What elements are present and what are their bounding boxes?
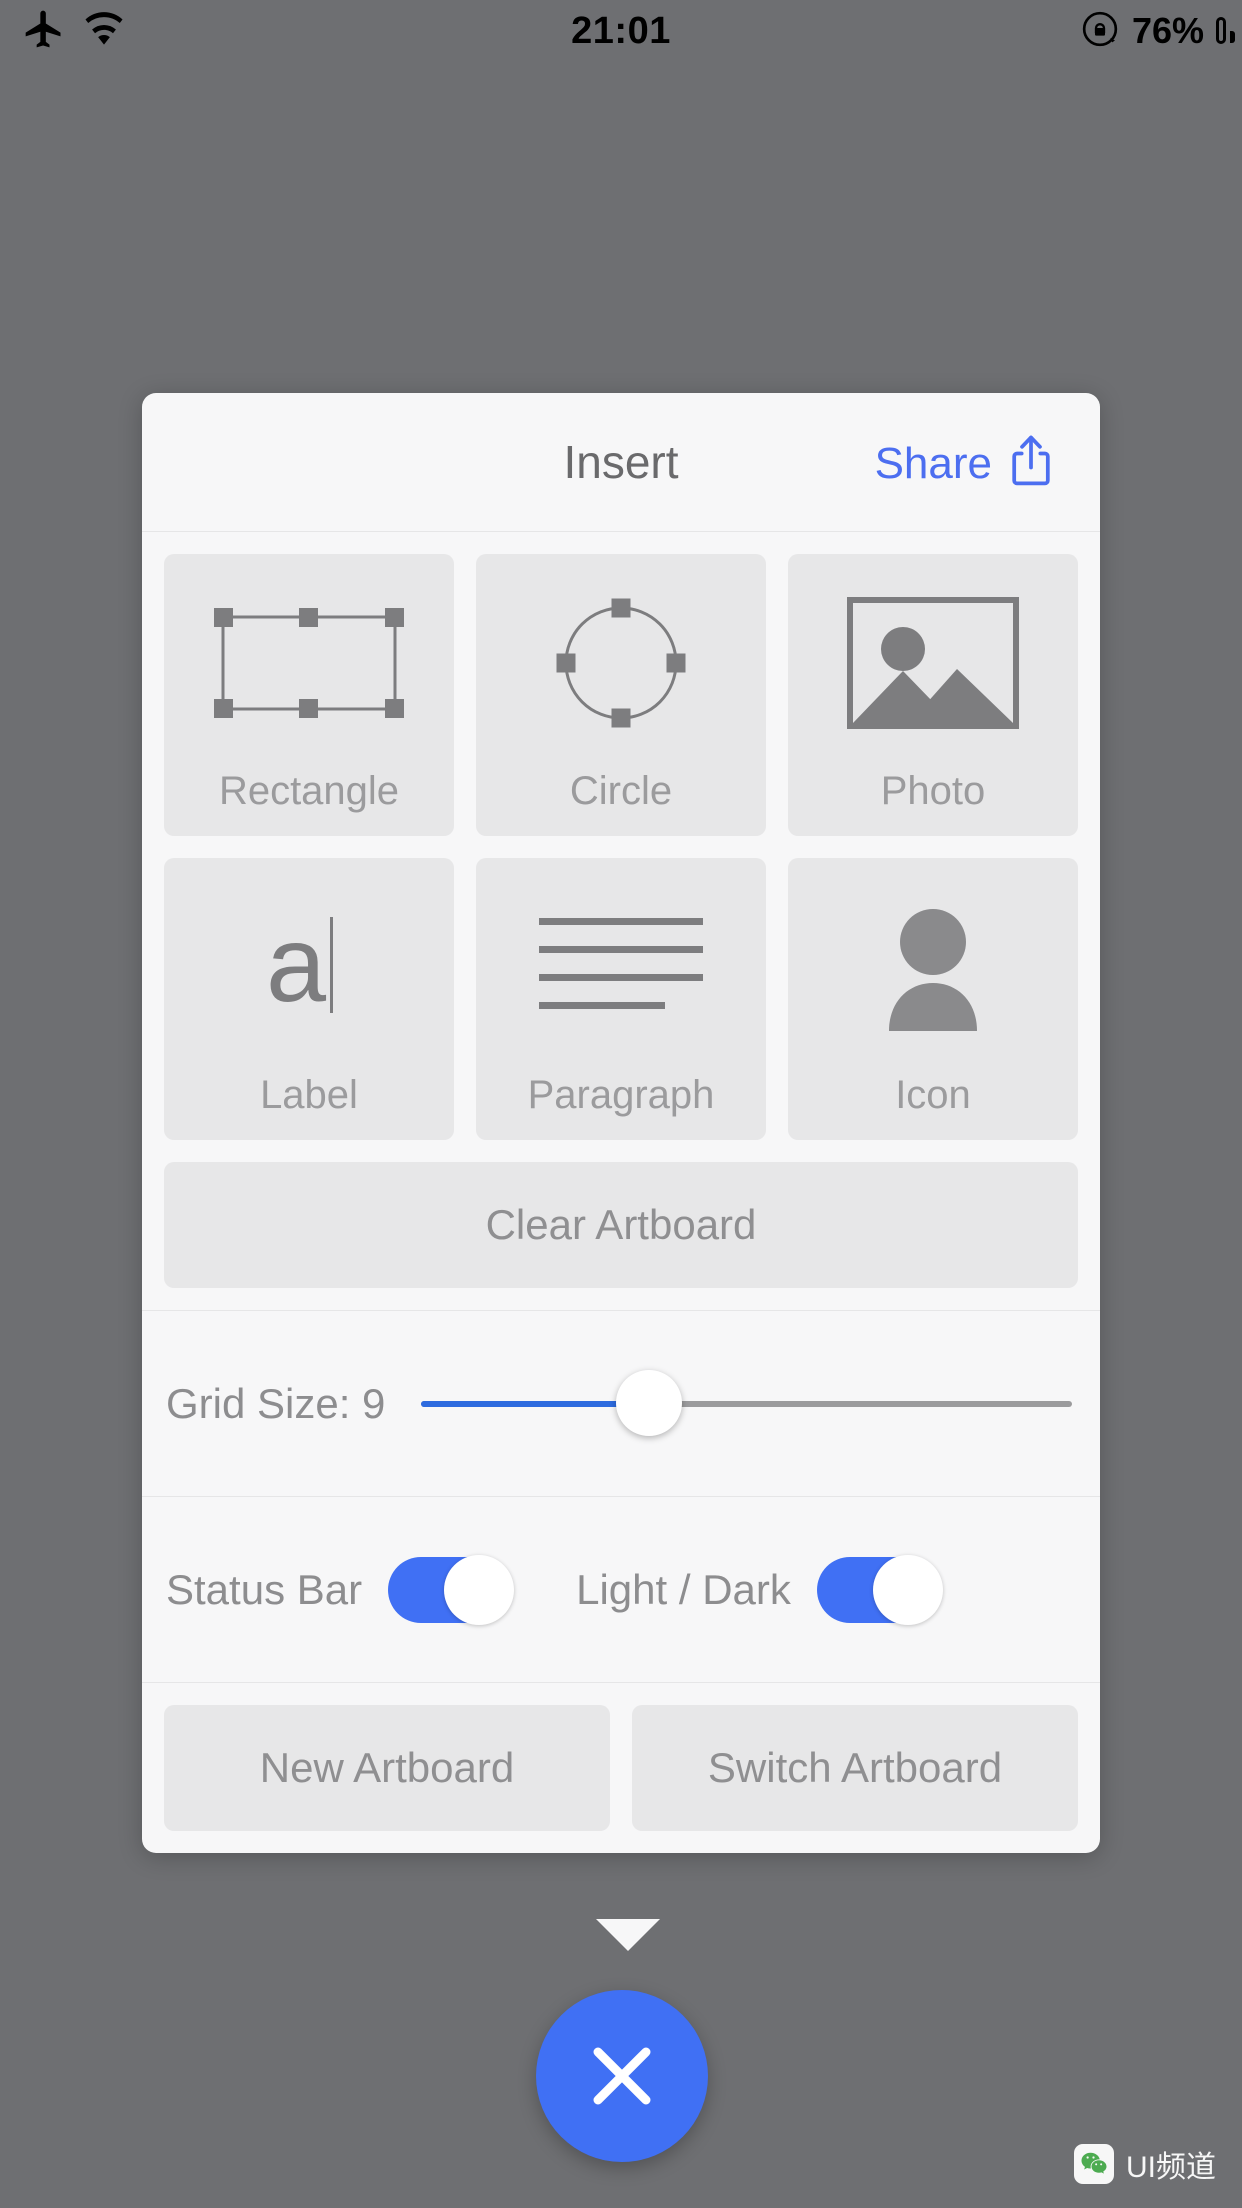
panel-header: Insert Share	[142, 393, 1100, 532]
tile-label: Label	[260, 1073, 358, 1117]
photo-image-icon	[788, 588, 1078, 738]
new-artboard-button[interactable]: New Artboard	[164, 1705, 610, 1831]
close-fab-button[interactable]	[536, 1990, 708, 2162]
grid-size-section: Grid Size: 9	[142, 1310, 1100, 1496]
tile-circle[interactable]: Circle	[476, 554, 766, 836]
light-dark-toggle[interactable]	[816, 1554, 943, 1625]
tile-paragraph[interactable]: Paragraph	[476, 858, 766, 1140]
rectangle-shape-icon	[164, 588, 454, 738]
close-x-icon	[593, 2047, 651, 2105]
status-bar-toggle-group: Status Bar	[166, 1554, 515, 1625]
insert-popover-panel: Insert Share Rectangle Circle Photo a La…	[142, 393, 1100, 1853]
share-button[interactable]: Share	[875, 433, 1056, 494]
slider-knob[interactable]	[616, 1369, 683, 1436]
tile-icon[interactable]: Icon	[788, 858, 1078, 1140]
rotation-lock-icon	[1080, 9, 1120, 54]
toggles-section: Status Bar Light / Dark	[142, 1496, 1100, 1682]
battery-percent-label: 76%	[1131, 10, 1204, 51]
tile-photo[interactable]: Photo	[788, 554, 1078, 836]
light-dark-toggle-group: Light / Dark	[576, 1554, 943, 1625]
insert-tiles-row-2: a Label Paragraph Icon	[142, 836, 1100, 1140]
watermark-label: UI频道	[1126, 2151, 1216, 2184]
status-bar-time: 21:01	[571, 10, 671, 52]
tile-label: Paragraph	[527, 1073, 715, 1117]
light-dark-toggle-label: Light / Dark	[576, 1565, 791, 1613]
tile-rectangle[interactable]: Rectangle	[164, 554, 454, 836]
grid-size-label: Grid Size: 9	[166, 1379, 386, 1427]
battery-icon	[1216, 17, 1235, 44]
status-bar-toggle[interactable]	[388, 1554, 515, 1625]
switch-artboard-button[interactable]: Switch Artboard	[632, 1705, 1078, 1831]
text-label-icon: a	[164, 892, 454, 1042]
share-upload-icon	[1006, 433, 1056, 494]
status-bar: 21:01 76%	[0, 0, 1242, 62]
tile-label: Rectangle	[218, 769, 400, 813]
paragraph-lines-icon	[476, 892, 766, 1042]
insert-tiles-row-1: Rectangle Circle Photo	[142, 532, 1100, 836]
tile-label: Photo	[880, 769, 986, 813]
svg-text:a: a	[266, 903, 327, 1024]
toggle-knob	[444, 1554, 515, 1625]
watermark: UI频道	[1074, 2142, 1216, 2186]
tile-label: Icon	[895, 1073, 971, 1117]
status-bar-toggle-label: Status Bar	[166, 1565, 363, 1613]
share-button-label: Share	[874, 438, 992, 488]
clear-artboard-row: Clear Artboard	[142, 1140, 1100, 1310]
artboard-buttons-section: New Artboard Switch Artboard	[142, 1682, 1100, 1853]
popover-arrow	[596, 1919, 660, 1951]
circle-shape-icon	[476, 588, 766, 738]
grid-size-slider[interactable]	[421, 1369, 1072, 1436]
slider-fill	[421, 1400, 650, 1407]
wechat-icon	[1074, 2144, 1114, 2184]
clear-artboard-button[interactable]: Clear Artboard	[164, 1162, 1078, 1288]
tile-label[interactable]: a Label	[164, 858, 454, 1140]
status-bar-right-group: 76%	[1080, 9, 1235, 54]
tile-label: Circle	[569, 769, 673, 813]
toggle-knob	[872, 1554, 943, 1625]
person-silhouette-icon	[788, 892, 1078, 1042]
